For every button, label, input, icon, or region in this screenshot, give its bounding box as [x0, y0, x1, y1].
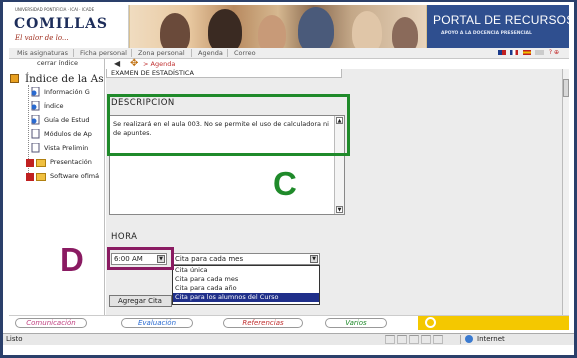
course-index-panel: cerrar índice Índice de la As Informació… [9, 59, 105, 315]
index-icon [10, 74, 19, 83]
portal-title: PORTAL DE RECURSOS [433, 13, 569, 27]
zone-label: Internet [477, 335, 505, 343]
nav-zona-personal[interactable]: Zona personal [138, 49, 185, 57]
document-icon [31, 100, 41, 111]
flag-fr-icon[interactable] [510, 50, 519, 55]
browser-status-bar: Listo Internet [3, 333, 574, 345]
folder-icon [36, 159, 46, 167]
target-icon: ✥ [130, 58, 139, 69]
repeat-dropdown-list: Cita única Cita para cada mes Cita para … [172, 265, 320, 305]
annotation-box-c [107, 94, 350, 156]
tree-item-indice[interactable]: Índice [31, 100, 64, 112]
security-zone: Internet [460, 335, 572, 344]
language-flags: ? ⊕ [496, 50, 559, 57]
nav-correo[interactable]: Correo [234, 49, 256, 57]
portal-header: UNIVERSIDAD PONTIFICIA · ICAI · ICADE CO… [9, 5, 569, 48]
index-title: Índice de la As [25, 73, 104, 85]
logo-name: COMILLAS [14, 16, 109, 32]
page-icon [31, 142, 41, 153]
hour-label: HORA [111, 232, 138, 242]
logo-motto: El valor de lo... [15, 34, 69, 42]
annotation-letter-d: D [60, 241, 84, 278]
chevron-down-icon[interactable]: ▼ [310, 255, 318, 263]
tab-comunicacion[interactable]: Comunicación [15, 318, 87, 328]
annotation-letter-c: C [273, 165, 297, 202]
scroll-down-icon[interactable]: ▼ [336, 206, 343, 213]
nav-agenda[interactable]: Agenda [198, 49, 223, 57]
status-text: Listo [6, 335, 23, 343]
tree-item-modulos[interactable]: Módulos de Ap [31, 128, 92, 140]
nav-mis-asignaturas[interactable]: Mis asignaturas [17, 49, 68, 57]
portal-subtitle: APOYO A LA DOCENCIA PRESENCIAL [441, 31, 532, 36]
repeat-option[interactable]: Cita única [173, 266, 319, 275]
back-arrow-icon[interactable]: ◀ [114, 59, 120, 68]
document-icon [31, 86, 41, 97]
close-index-link[interactable]: cerrar índice [37, 59, 78, 67]
repeat-option-selected[interactable]: Cita para los alumnos del Curso [173, 293, 319, 302]
page-icon [31, 128, 41, 139]
repeat-select[interactable]: Cita para cada mes ▼ [172, 253, 320, 265]
document-icon [31, 114, 41, 125]
scroll-thumb[interactable] [563, 79, 569, 97]
tree-item-guia[interactable]: Guía de Estud [31, 114, 90, 126]
logo-small-text: UNIVERSIDAD PONTIFICIA · ICAI · ICADE [15, 7, 95, 12]
flag-es-icon[interactable] [522, 50, 531, 55]
tab-referencias[interactable]: Referencias [223, 318, 303, 328]
nav-ficha-personal[interactable]: Ficha personal [80, 49, 127, 57]
university-logo: UNIVERSIDAD PONTIFICIA · ICAI · ICADE CO… [9, 5, 129, 48]
expand-icon[interactable] [26, 173, 34, 181]
folder-icon [36, 173, 46, 181]
breadcrumb-bar: ◀ ✥ > Agenda [106, 58, 568, 69]
annotation-box-d [107, 247, 174, 270]
exam-title-field[interactable]: EXAMEN DE ESTADÍSTICA [106, 69, 342, 78]
breadcrumb-agenda[interactable]: > Agenda [143, 60, 175, 68]
repeat-value: Cita para cada mes [175, 255, 244, 263]
tree-item-informacion[interactable]: Información G [31, 86, 90, 98]
repeat-option[interactable]: Cita para cada año [173, 284, 319, 293]
flag-uk-icon[interactable] [497, 50, 506, 55]
top-nav: Mis asignaturas Ficha personal Zona pers… [9, 48, 569, 59]
globe-icon [465, 335, 473, 343]
main-scrollbar[interactable] [562, 69, 569, 315]
tab-evaluacion[interactable]: Evaluación [121, 318, 193, 328]
section-tabs: Comunicación Evaluación Referencias Vari… [9, 315, 569, 330]
flag-other-icon[interactable] [535, 50, 545, 55]
sun-icon [425, 317, 436, 328]
help-icon[interactable]: ? ⊕ [549, 50, 559, 56]
repeat-option[interactable]: Cita para cada mes [173, 275, 319, 284]
students-photo [130, 5, 426, 48]
tab-varios[interactable]: Varios [325, 318, 387, 328]
add-appointment-button[interactable]: Agregar Cita [109, 295, 172, 307]
portal-banner: PORTAL DE RECURSOS APOYO A LA DOCENCIA P… [427, 5, 569, 48]
tree-item-vista[interactable]: Vista Prelimin [31, 142, 88, 154]
footer-accent [418, 316, 569, 330]
expand-icon[interactable] [26, 159, 34, 167]
